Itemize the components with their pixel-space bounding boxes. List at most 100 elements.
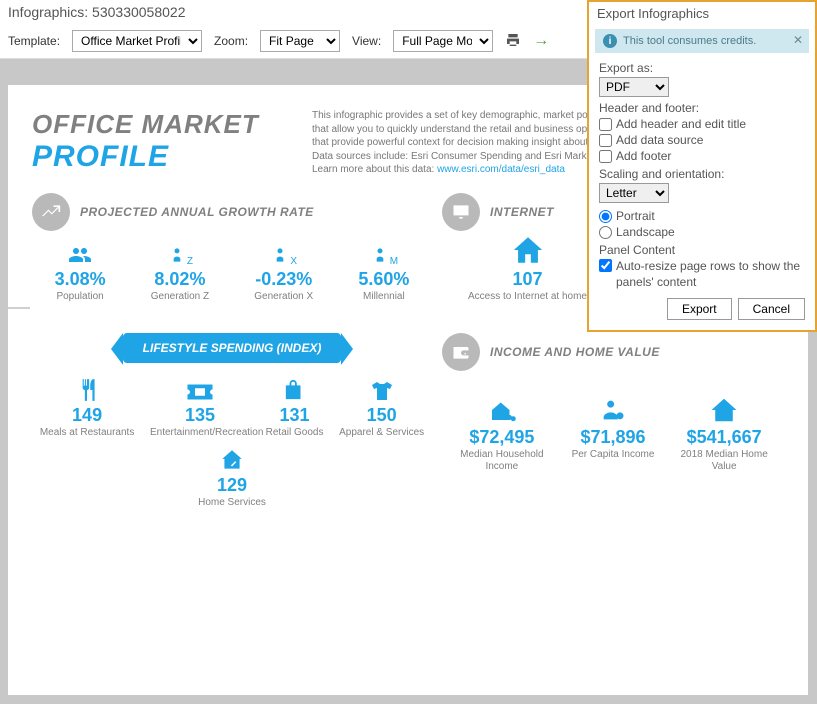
stat-label: Apparel & Services xyxy=(339,427,424,439)
stat-internet-home: 107 Access to Internet at home xyxy=(448,241,607,315)
title-line2: PROFILE xyxy=(32,140,292,174)
stat-label: Millennial xyxy=(363,291,405,303)
wallet-icon xyxy=(442,333,480,371)
stat-label: Population xyxy=(56,291,103,303)
chk-add-header[interactable] xyxy=(599,118,612,131)
chk-add-source-label: Add data source xyxy=(616,133,703,147)
stat-value: $71,896 xyxy=(580,427,645,448)
chk-autoresize[interactable] xyxy=(599,259,612,272)
person-m-icon: M xyxy=(370,241,398,267)
shirt-icon xyxy=(369,377,395,403)
stat-retail: 131 Retail Goods xyxy=(266,377,324,439)
stat-label: Per Capita Income xyxy=(572,449,655,461)
radio-portrait[interactable] xyxy=(599,210,612,223)
growth-icon xyxy=(32,193,70,231)
stat-home-value: $541,667 2018 Median Home Value xyxy=(674,399,774,473)
stat-label: Access to Internet at home xyxy=(468,291,587,303)
export-panel: Export Infographics i This tool consumes… xyxy=(587,0,817,332)
stat-homeservices: 129 Home Services xyxy=(198,447,266,509)
shopping-bag-icon xyxy=(284,377,306,403)
scaling-select[interactable]: Letter xyxy=(599,183,669,203)
dining-icon xyxy=(74,377,100,403)
stat-genz: Z 8.02% Generation Z xyxy=(151,241,209,303)
stat-label: Generation Z xyxy=(151,291,209,303)
lifestyle-title: LIFESTYLE SPENDING (INDEX) xyxy=(123,333,342,363)
stat-value: 107 xyxy=(512,269,542,290)
stat-percapita: $71,896 Per Capita Income xyxy=(572,399,655,473)
stat-genx: X -0.23% Generation X xyxy=(254,241,313,303)
chk-add-source[interactable] xyxy=(599,134,612,147)
print-icon[interactable] xyxy=(505,32,521,51)
export-panel-title: Export Infographics xyxy=(589,2,815,25)
stat-value: 150 xyxy=(367,405,397,426)
stat-value: -0.23% xyxy=(255,269,312,290)
cancel-button[interactable]: Cancel xyxy=(738,298,805,320)
chk-add-header-label: Add header and edit title xyxy=(616,117,746,131)
stat-value: 3.08% xyxy=(55,269,106,290)
stat-value: 149 xyxy=(72,405,102,426)
person-x-icon: X xyxy=(270,241,297,267)
stat-meals: 149 Meals at Restaurants xyxy=(40,377,135,439)
chk-autoresize-label: Auto-resize page rows to show the panels… xyxy=(616,259,805,290)
income-title: INCOME AND HOME VALUE xyxy=(490,345,660,359)
internet-title: INTERNET xyxy=(490,205,554,219)
data-link[interactable]: www.esri.com/data/esri_data xyxy=(437,164,565,175)
growth-section: PROJECTED ANNUAL GROWTH RATE 3.08% Popul… xyxy=(32,193,432,319)
stat-population: 3.08% Population xyxy=(55,241,106,303)
export-button[interactable]: Export xyxy=(667,298,732,320)
view-select[interactable]: Full Page Mode xyxy=(393,30,493,52)
stat-value: $541,667 xyxy=(687,427,762,448)
view-label: View: xyxy=(352,34,381,48)
run-icon[interactable]: → xyxy=(533,32,549,50)
stat-apparel: 150 Apparel & Services xyxy=(339,377,424,439)
stat-household-income: $72,495 Median Household Income xyxy=(452,399,552,473)
zoom-label: Zoom: xyxy=(214,34,248,48)
desc-learn: Learn more about this data: xyxy=(312,164,437,175)
stat-label: Meals at Restaurants xyxy=(40,427,135,439)
stat-label: Retail Goods xyxy=(266,427,324,439)
radio-landscape[interactable] xyxy=(599,226,612,239)
person-z-icon: Z xyxy=(167,241,193,267)
house-value-icon xyxy=(709,399,739,425)
income-section: INCOME AND HOME VALUE $72,495 Median Hou… xyxy=(442,333,784,513)
credits-info-bar: i This tool consumes credits. ✕ xyxy=(595,29,809,53)
stat-value: 131 xyxy=(280,405,310,426)
stat-label: 2018 Median Home Value xyxy=(674,449,774,473)
chk-add-footer[interactable] xyxy=(599,150,612,163)
house-icon xyxy=(511,241,545,267)
stat-label: Home Services xyxy=(198,497,266,509)
growth-title: PROJECTED ANNUAL GROWTH RATE xyxy=(80,205,314,219)
stat-value: 5.60% xyxy=(358,269,409,290)
stat-value: 135 xyxy=(185,405,215,426)
stat-value: 129 xyxy=(217,475,247,496)
close-info-icon[interactable]: ✕ xyxy=(793,33,803,47)
export-as-label: Export as: xyxy=(599,61,805,75)
stat-value: 8.02% xyxy=(154,269,205,290)
house-coins-icon xyxy=(485,399,519,425)
zoom-select[interactable]: Fit Page xyxy=(260,30,340,52)
radio-landscape-label: Landscape xyxy=(616,225,675,239)
person-dollar-icon xyxy=(599,399,627,425)
stat-entertainment: 135 Entertainment/Recreation xyxy=(150,377,250,439)
title-line1: OFFICE MARKET xyxy=(32,109,292,140)
stat-millennial: M 5.60% Millennial xyxy=(358,241,409,303)
page-title-block: OFFICE MARKET PROFILE xyxy=(32,109,292,177)
chk-add-footer-label: Add footer xyxy=(616,149,671,163)
credits-text: This tool consumes credits. xyxy=(623,35,756,47)
scaling-label: Scaling and orientation: xyxy=(599,167,805,181)
people-icon xyxy=(66,241,94,267)
template-select[interactable]: Office Market Profile xyxy=(72,30,202,52)
export-format-select[interactable]: PDF xyxy=(599,77,669,97)
header-footer-label: Header and footer: xyxy=(599,101,805,115)
stat-label: Entertainment/Recreation xyxy=(150,427,250,439)
radio-portrait-label: Portrait xyxy=(616,209,655,223)
info-icon: i xyxy=(603,34,617,48)
lifestyle-section: LIFESTYLE SPENDING (INDEX) 149 Meals at … xyxy=(32,333,432,513)
home-wrench-icon xyxy=(219,447,245,473)
stat-label: Median Household Income xyxy=(452,449,552,473)
monitor-icon xyxy=(442,193,480,231)
stat-value: $72,495 xyxy=(469,427,534,448)
panel-content-label: Panel Content xyxy=(599,243,805,257)
stat-label: Generation X xyxy=(254,291,313,303)
ticket-icon xyxy=(185,377,215,403)
